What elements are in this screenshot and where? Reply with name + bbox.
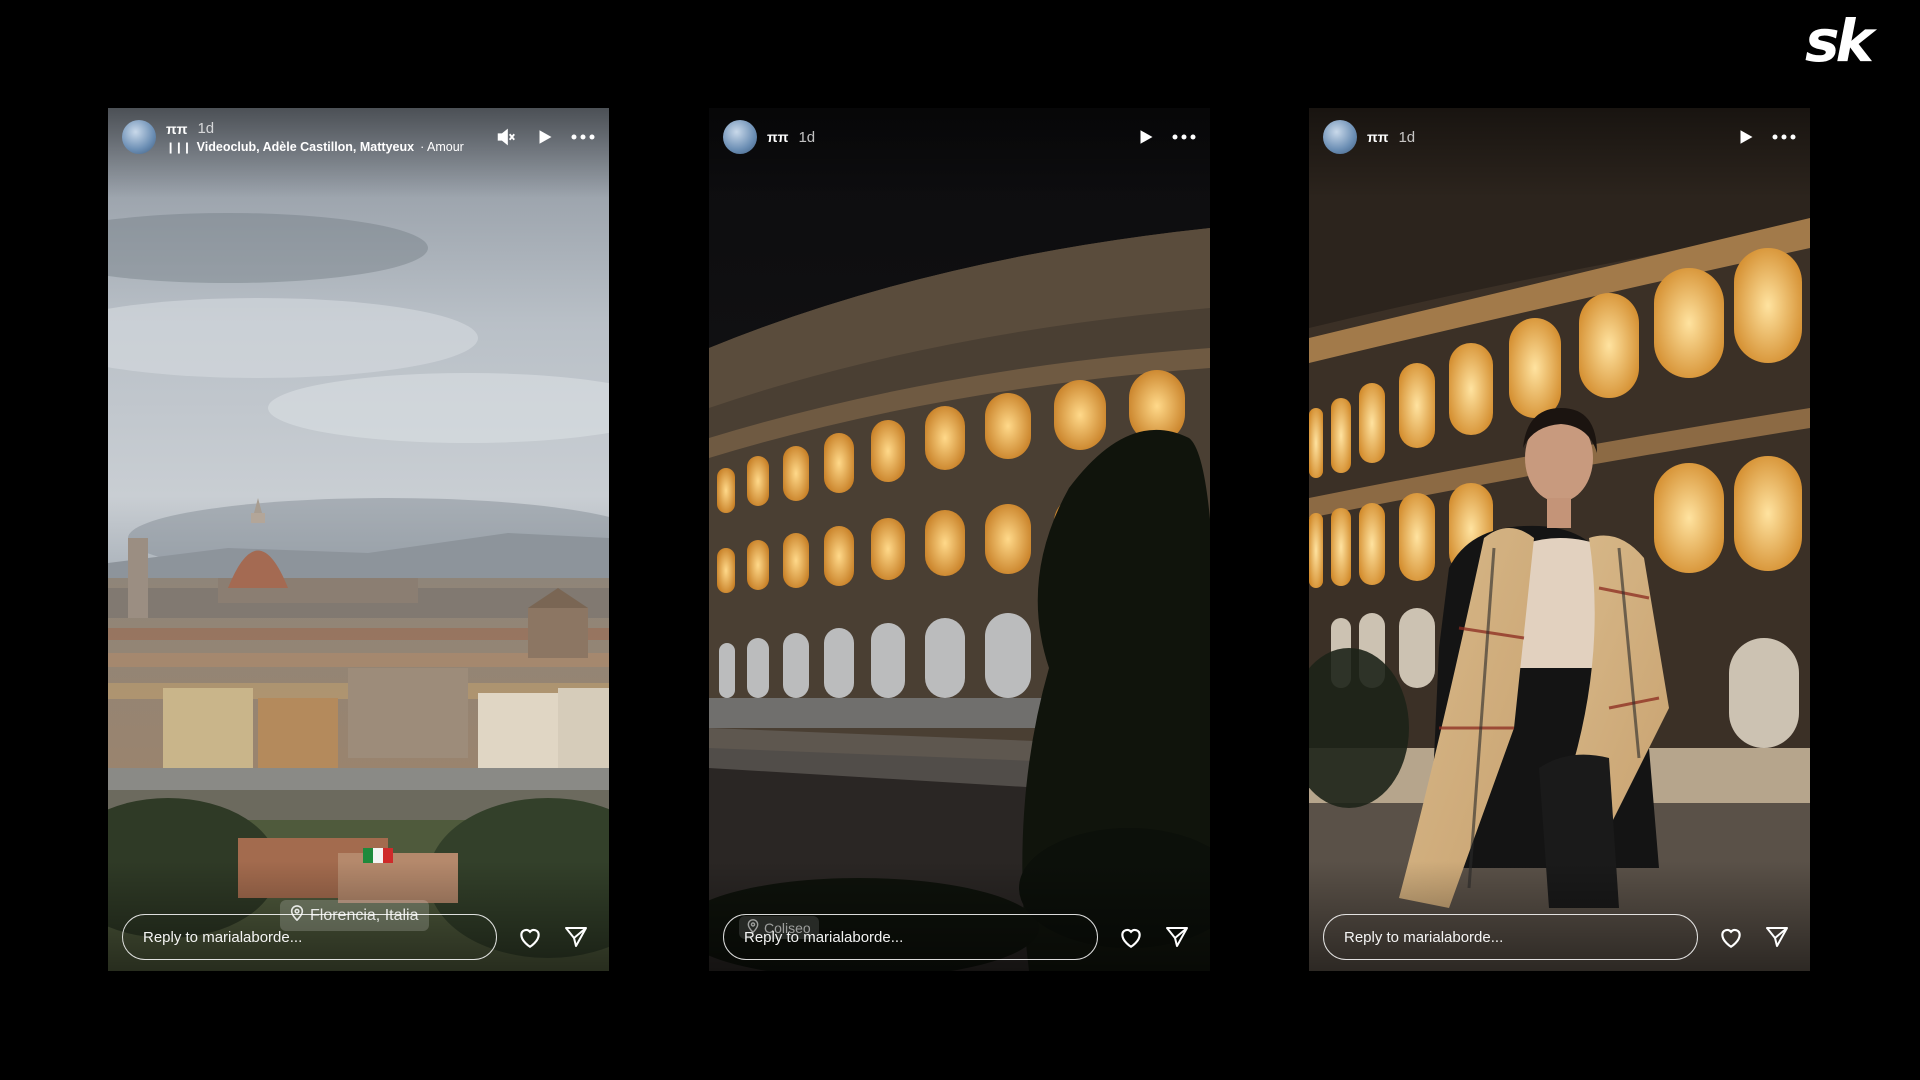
heart-icon[interactable] (1718, 925, 1744, 949)
username[interactable]: ππ (767, 129, 788, 145)
story-header: ππ 1d (723, 117, 1196, 157)
music-artists: Videoclub, Adèle Castillon, Mattyeux (196, 140, 415, 154)
send-icon[interactable] (1164, 925, 1190, 949)
music-bars-icon: ❙❙❙ (166, 141, 192, 154)
brand-logo: sk (1805, 7, 1874, 75)
reply-input[interactable] (122, 914, 497, 960)
story-image-portrait (1309, 108, 1810, 971)
story-card-portrait[interactable]: ππ 1d (1309, 108, 1810, 971)
story-footer (1323, 913, 1796, 961)
more-icon[interactable] (1172, 133, 1196, 141)
story-image-florence (108, 108, 609, 971)
story-image-colosseum (709, 108, 1210, 971)
story-header: ππ 1d ❙❙❙ Videoclub, Adèle Castillon, Ma… (122, 117, 595, 157)
heart-icon[interactable] (517, 925, 543, 949)
music-title: · Amour pla (420, 140, 466, 154)
play-icon[interactable] (535, 128, 553, 146)
music-info[interactable]: ❙❙❙ Videoclub, Adèle Castillon, Mattyeux… (166, 140, 466, 154)
mute-icon[interactable] (495, 126, 517, 148)
send-icon[interactable] (1764, 925, 1790, 949)
post-time: 1d (1398, 128, 1416, 146)
play-icon[interactable] (1736, 128, 1754, 146)
story-footer (122, 913, 595, 961)
story-footer (723, 913, 1196, 961)
avatar[interactable] (1323, 120, 1357, 154)
avatar[interactable] (122, 120, 156, 154)
play-icon[interactable] (1136, 128, 1154, 146)
more-icon[interactable] (571, 133, 595, 141)
reply-input[interactable] (1323, 914, 1698, 960)
send-icon[interactable] (563, 925, 589, 949)
post-time: 1d (798, 128, 816, 146)
reply-input[interactable] (723, 914, 1098, 960)
story-card-florence[interactable]: ππ 1d ❙❙❙ Videoclub, Adèle Castillon, Ma… (108, 108, 609, 971)
story-header: ππ 1d (1323, 117, 1796, 157)
more-icon[interactable] (1772, 133, 1796, 141)
heart-icon[interactable] (1118, 925, 1144, 949)
avatar[interactable] (723, 120, 757, 154)
story-card-colosseum[interactable]: ππ 1d Coliseo (709, 108, 1210, 971)
username[interactable]: ππ (166, 121, 187, 137)
page: sk ππ 1d ❙❙❙ Videoclub, Adèle Castillon,… (0, 0, 1920, 1080)
username[interactable]: ππ (1367, 129, 1388, 145)
post-time: 1d (197, 120, 215, 137)
